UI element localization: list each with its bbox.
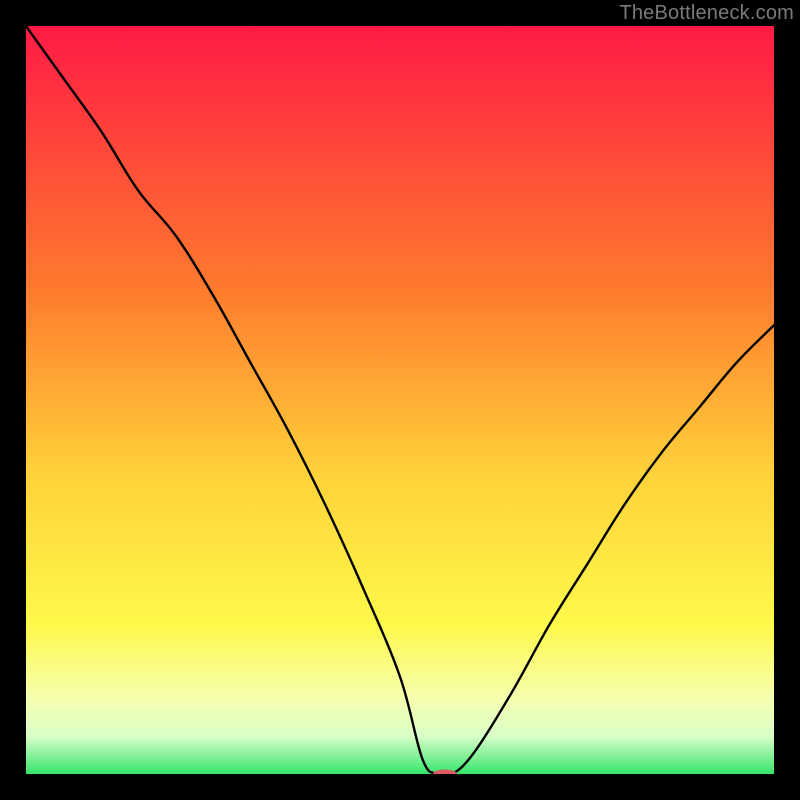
app-frame: TheBottleneck.com [0, 0, 800, 800]
chart-background [26, 26, 774, 774]
watermark-text: TheBottleneck.com [619, 2, 794, 25]
plot-border [26, 26, 774, 774]
bottleneck-chart [26, 26, 774, 774]
